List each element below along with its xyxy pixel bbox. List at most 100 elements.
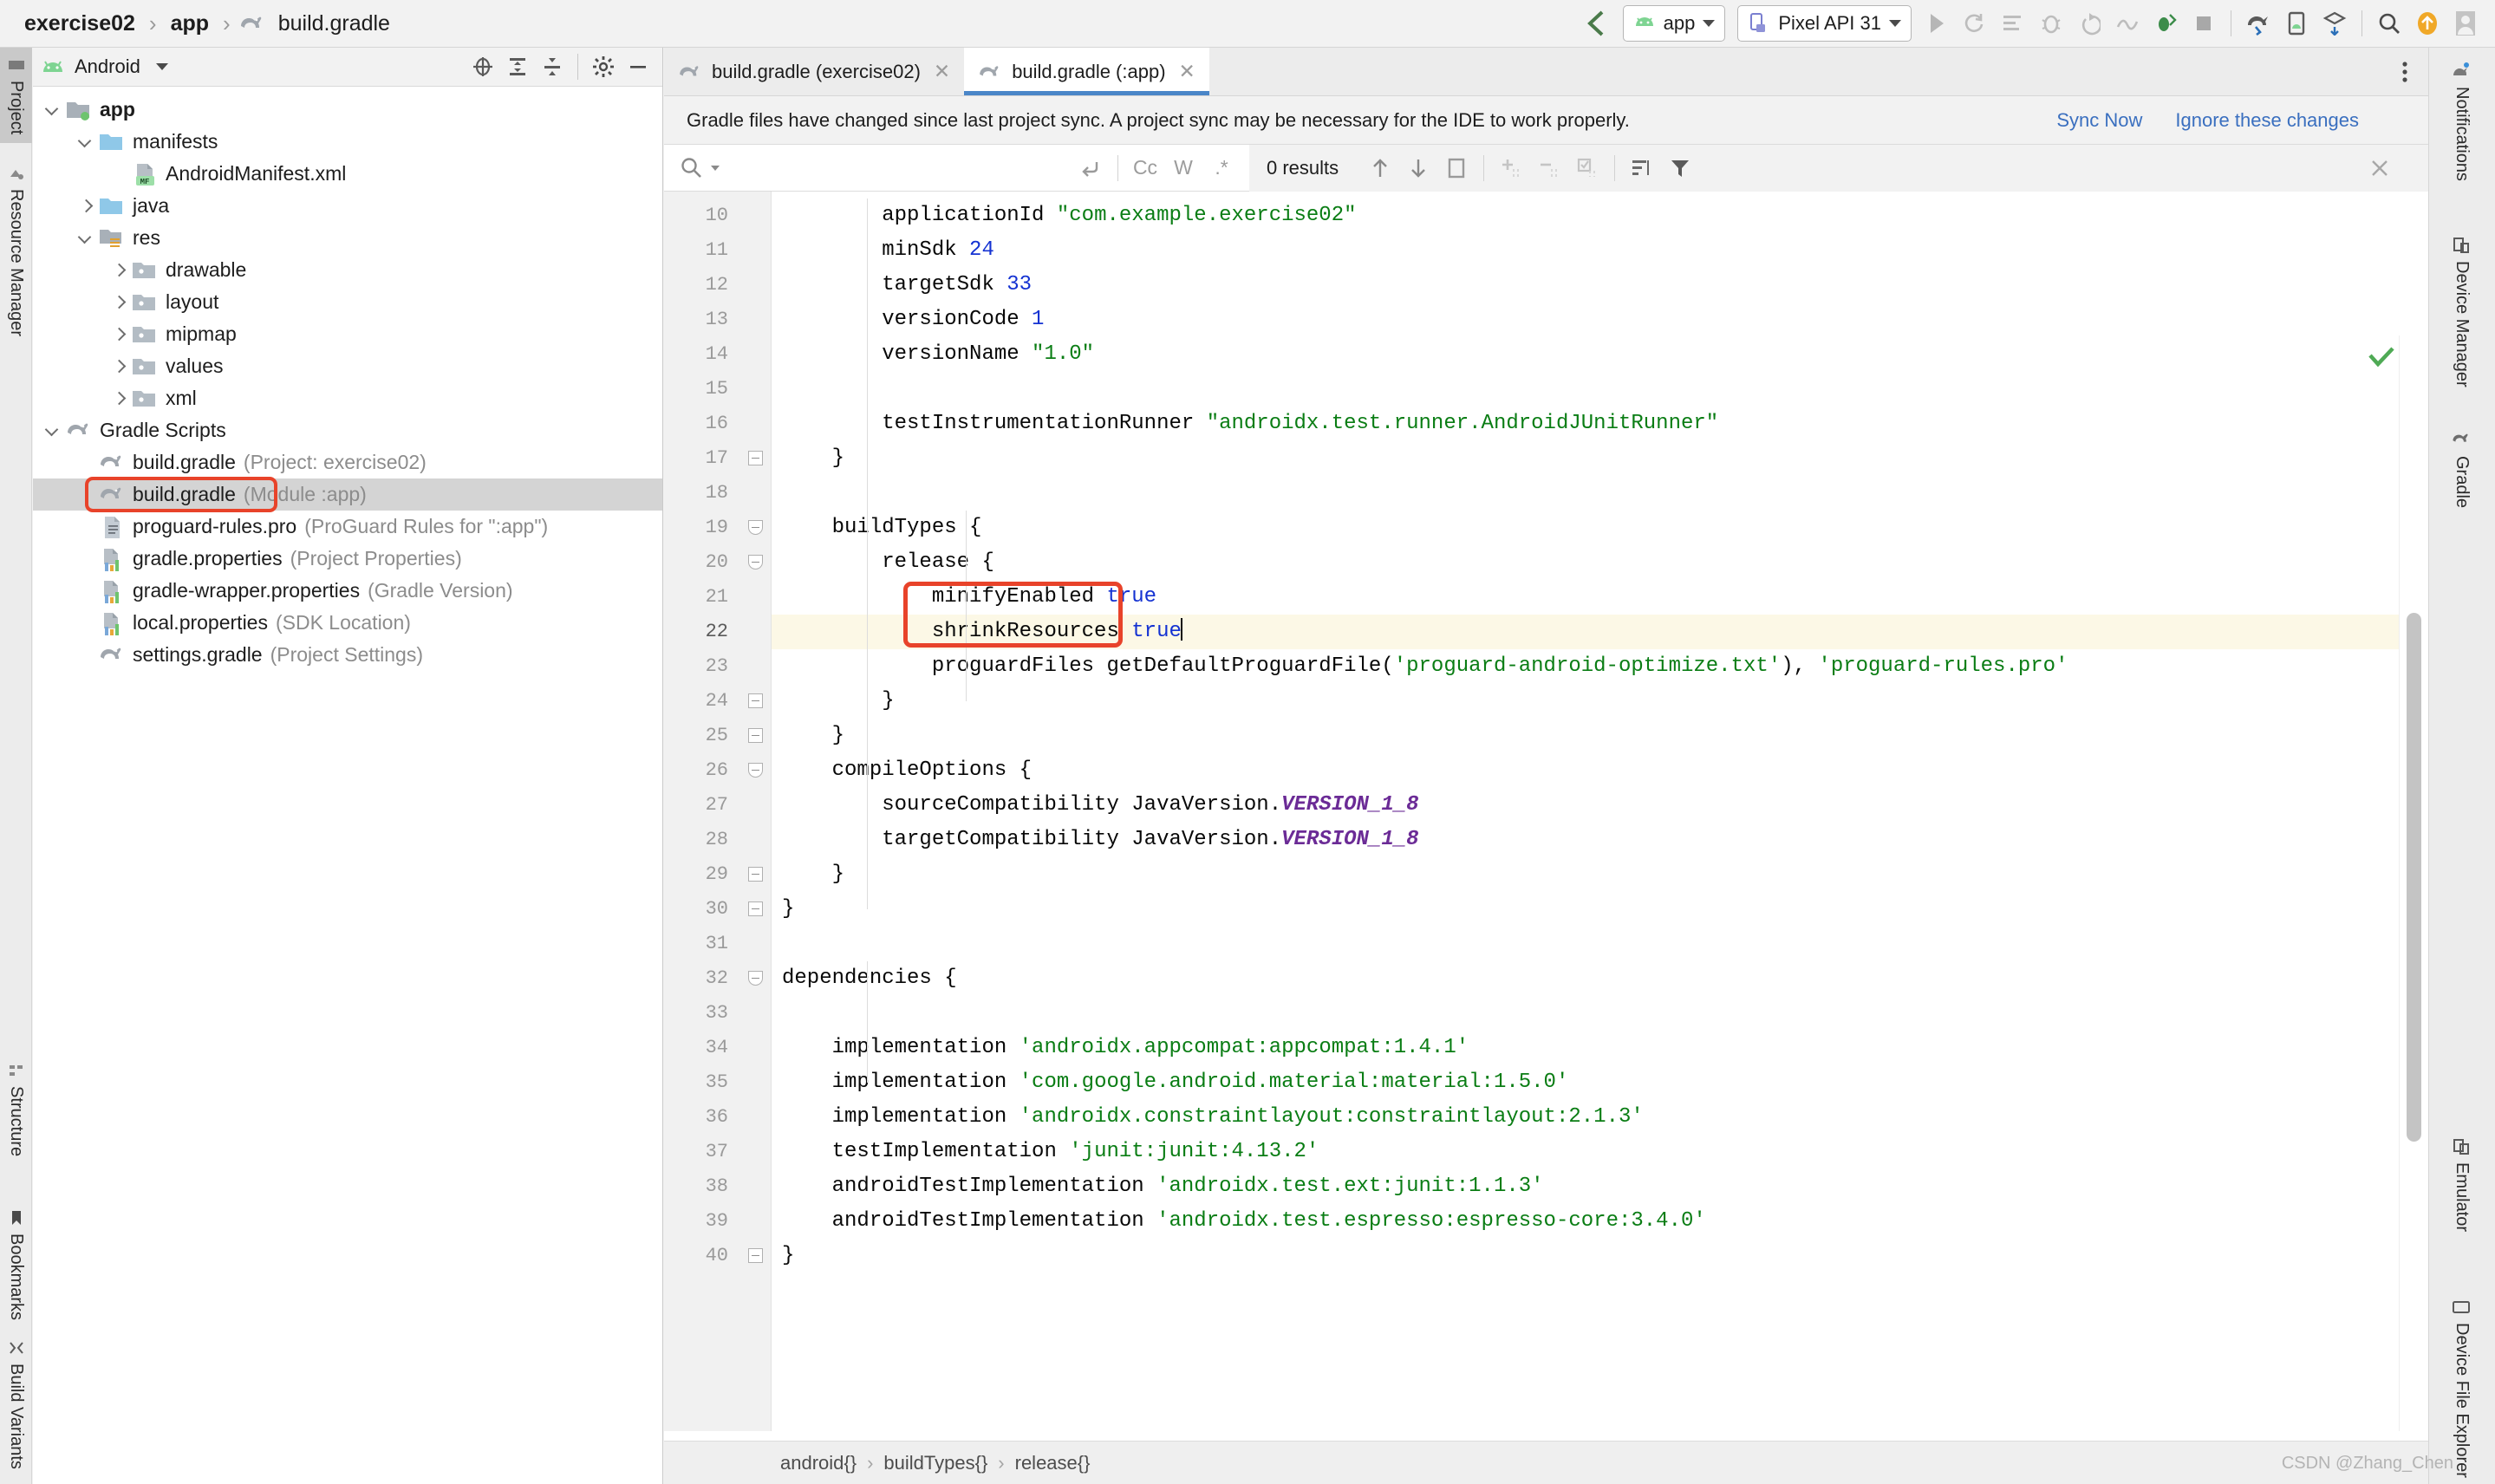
code-line[interactable]	[772, 996, 2428, 1031]
tree-item[interactable]: xml	[33, 382, 662, 414]
project-tree[interactable]: app manifests MF AndroidManifest.xml java res…	[33, 87, 662, 671]
chevron-right-icon[interactable]	[109, 293, 128, 312]
tree-item[interactable]: MF AndroidManifest.xml	[33, 158, 662, 190]
code-line[interactable]: implementation 'com.google.android.mater…	[772, 1065, 2428, 1100]
chevron-down-icon[interactable]	[76, 229, 95, 248]
code-line[interactable]: minifyEnabled true	[772, 580, 2428, 615]
sidebar-item-project[interactable]: Project	[0, 48, 32, 144]
sidebar-item-resource-manager[interactable]: Resource Manager	[0, 156, 32, 345]
sidebar-item-device-manager[interactable]: Device Manager	[2428, 225, 2495, 398]
code-line[interactable]: applicationId "com.example.exercise02"	[772, 199, 2428, 233]
fold-expand-icon[interactable]	[748, 1248, 763, 1263]
code-line[interactable]: targetCompatibility JavaVersion.VERSION_…	[772, 823, 2428, 857]
sdk-manager-icon[interactable]	[2239, 4, 2277, 42]
tree-item[interactable]: gradle.properties (Project Properties)	[33, 543, 662, 575]
next-match-icon[interactable]	[1399, 149, 1437, 187]
fold-row[interactable]	[740, 857, 771, 892]
rerun-icon[interactable]	[2070, 4, 2108, 42]
tree-item[interactable]: proguard-rules.pro (ProGuard Rules for ":…	[33, 511, 662, 543]
device-selector[interactable]: Pixel API 31	[1737, 5, 1912, 42]
code-line[interactable]: implementation 'androidx.constraintlayou…	[772, 1100, 2428, 1135]
code-editor[interactable]: 10 11 12 13 14 15 16 17 18 19 20 21 22 23 24 25 26 27 28 29…	[664, 192, 2428, 1431]
prev-match-icon[interactable]	[1361, 149, 1399, 187]
code-line[interactable]: }	[772, 684, 2428, 719]
fold-row[interactable]	[740, 511, 771, 545]
fold-row[interactable]	[740, 961, 771, 996]
breadcrumb-item-module[interactable]: app	[166, 10, 214, 38]
code-line[interactable]: compileOptions {	[772, 753, 2428, 788]
editor-tab-app-gradle[interactable]: build.gradle (:app) ✕	[964, 48, 1209, 95]
fold-row[interactable]	[740, 1239, 771, 1273]
locate-icon[interactable]	[466, 49, 500, 84]
apply-changes-icon[interactable]	[1956, 4, 1994, 42]
fold-row[interactable]	[740, 441, 771, 476]
tree-item[interactable]: Gradle Scripts	[33, 414, 662, 446]
close-find-icon[interactable]	[2361, 149, 2399, 187]
debug-icon[interactable]	[2032, 4, 2070, 42]
code-folding-gutter[interactable]	[740, 192, 772, 1431]
run-configuration-selector[interactable]: app	[1622, 5, 1726, 42]
fold-collapse-icon[interactable]	[748, 555, 763, 570]
attach-debugger-icon[interactable]	[2146, 4, 2185, 42]
chevron-down-icon[interactable]	[76, 133, 95, 152]
status-breadcrumb-item[interactable]: android{}	[780, 1452, 857, 1474]
code-content[interactable]: applicationId "com.example.exercise02" m…	[772, 192, 2428, 1431]
sidebar-item-notifications[interactable]: Notifications	[2428, 51, 2495, 192]
chevron-right-icon[interactable]	[109, 325, 128, 344]
tree-item[interactable]: gradle-wrapper.properties (Gradle Version…	[33, 575, 662, 607]
chevron-down-icon[interactable]	[43, 421, 62, 440]
fold-expand-icon[interactable]	[748, 867, 763, 882]
code-line[interactable]: dependencies {	[772, 961, 2428, 996]
regex-toggle[interactable]: .*	[1202, 156, 1241, 179]
chevron-down-icon[interactable]	[155, 63, 168, 70]
sidebar-item-gradle[interactable]: Gradle	[2428, 420, 2495, 518]
tree-item[interactable]: java	[33, 190, 662, 222]
editor-options-icon[interactable]	[2381, 48, 2428, 95]
code-line[interactable]: }	[772, 719, 2428, 753]
code-line[interactable]: shrinkResources true	[772, 615, 2428, 649]
sidebar-item-emulator[interactable]: Emulator	[2428, 1127, 2495, 1242]
close-icon[interactable]: ✕	[1179, 60, 1195, 83]
status-breadcrumb-item[interactable]: release{}	[1015, 1452, 1091, 1474]
tree-item[interactable]: values	[33, 350, 662, 382]
code-line[interactable]: versionCode 1	[772, 303, 2428, 337]
avd-manager-icon[interactable]	[2277, 4, 2316, 42]
settings-gear-icon[interactable]	[586, 49, 621, 84]
sidebar-item-structure[interactable]: Structure	[0, 1053, 32, 1165]
code-line[interactable]: }	[772, 857, 2428, 892]
match-case-toggle[interactable]: Cc	[1126, 156, 1164, 179]
fold-collapse-icon[interactable]	[748, 971, 763, 986]
wrap-search-icon[interactable]	[1072, 149, 1110, 187]
run-icon[interactable]	[1918, 4, 1956, 42]
code-line[interactable]: testImplementation 'junit:junit:4.13.2'	[772, 1135, 2428, 1169]
expand-all-icon[interactable]	[500, 49, 535, 84]
tree-item[interactable]: res	[33, 222, 662, 254]
remove-line-icon[interactable]	[1530, 149, 1568, 187]
code-line[interactable]: }	[772, 1239, 2428, 1273]
breadcrumb-item-file[interactable]: build.gradle	[273, 10, 395, 38]
fold-collapse-icon[interactable]	[748, 520, 763, 535]
code-line[interactable]: minSdk 24	[772, 233, 2428, 268]
editor-scrollbar[interactable]	[2407, 613, 2421, 1142]
search-input[interactable]	[664, 145, 1072, 192]
code-line[interactable]: release {	[772, 545, 2428, 580]
add-line-icon[interactable]	[1492, 149, 1530, 187]
fold-expand-icon[interactable]	[748, 901, 763, 916]
tree-item[interactable]: build.gradle (Project: exercise02)	[33, 446, 662, 478]
tree-item[interactable]: mipmap	[33, 318, 662, 350]
code-line[interactable]: sourceCompatibility JavaVersion.VERSION_…	[772, 788, 2428, 823]
sidebar-item-build-variants[interactable]: Build Variants	[0, 1331, 32, 1478]
words-toggle[interactable]: W	[1164, 156, 1202, 179]
tree-item[interactable]: layout	[33, 286, 662, 318]
profiler-icon[interactable]	[2108, 4, 2146, 42]
fold-row[interactable]	[740, 753, 771, 788]
code-line[interactable]: targetSdk 33	[772, 268, 2428, 303]
close-icon[interactable]: ✕	[934, 60, 950, 83]
code-line[interactable]	[772, 372, 2428, 407]
status-breadcrumb-item[interactable]: buildTypes{}	[883, 1452, 987, 1474]
code-line[interactable]	[772, 476, 2428, 511]
tree-item[interactable]: manifests	[33, 126, 662, 158]
apply-code-changes-icon[interactable]	[1994, 4, 2032, 42]
tree-item[interactable]: app	[33, 94, 662, 126]
hide-panel-icon[interactable]	[621, 49, 655, 84]
